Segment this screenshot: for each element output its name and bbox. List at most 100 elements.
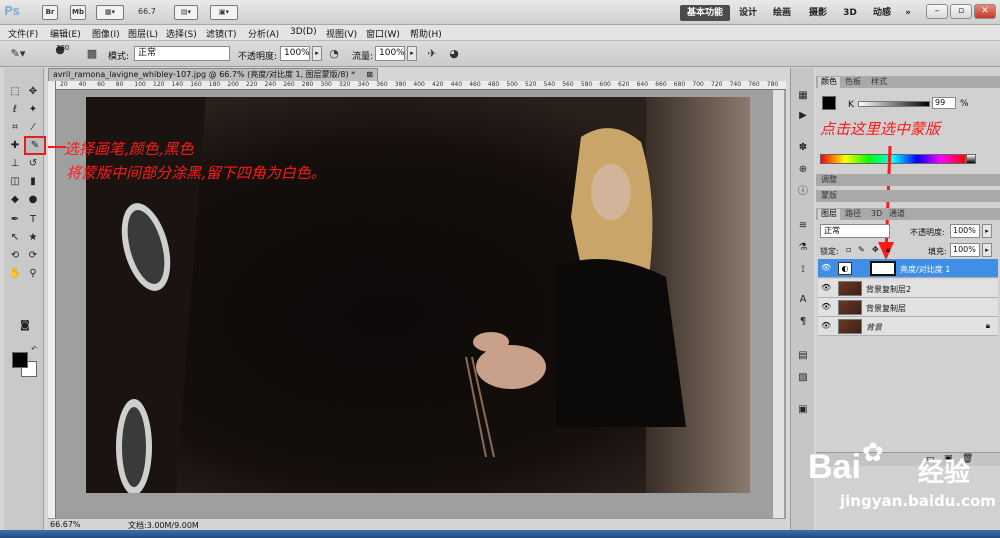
mode-select[interactable]: 正常 [134,46,230,61]
visibility-eye-icon[interactable]: 👁︎ [821,283,831,293]
brush-panel-icon[interactable]: ▩ [84,46,100,61]
workspace-design[interactable]: 设计 [734,5,762,21]
tab-channels[interactable]: 通道 [886,209,908,220]
menu-view[interactable]: 视图(V) [326,27,357,40]
bridge-button[interactable]: Br [42,5,58,20]
close-button[interactable]: ✕ [974,4,996,19]
brush-presets-panel-icon[interactable]: ≋ [795,218,811,234]
pen-tool-icon[interactable]: ✒ [6,212,24,228]
notes-panel-icon[interactable]: ▤ [795,348,811,364]
vertical-scrollbar[interactable] [772,90,784,518]
tab-adjustments[interactable]: 调整 [818,175,840,186]
opacity-input[interactable]: 100% [280,46,310,61]
lock-position-icon[interactable]: ✥ [872,245,879,254]
menu-help[interactable]: 帮助(H) [410,27,442,40]
minimize-button[interactable]: – [926,4,948,19]
menu-3d[interactable]: 3D(D) [290,27,317,37]
menu-edit[interactable]: 编辑(E) [50,27,81,40]
screen-mode-button[interactable]: ▣▾ [210,5,238,20]
brush-tool-preset-icon[interactable]: ✎▾ [10,46,26,61]
airbrush-icon[interactable]: ✈ [424,46,440,61]
workspace-painting[interactable]: 绘画 [768,5,796,21]
visibility-eye-icon[interactable]: 👁︎ [821,302,831,312]
brush-tool-icon[interactable]: ✎ [24,136,46,155]
menu-select[interactable]: 选择(S) [166,27,197,40]
layer-row[interactable]: 👁︎ 背景复制层2 [818,279,998,298]
visibility-eye-icon[interactable]: 👁︎ [821,263,831,273]
k-value-input[interactable]: 99 [932,97,956,109]
tab-color[interactable]: 颜色 [818,77,840,88]
clone-stamp-tool-icon[interactable]: ⊥ [6,156,24,172]
lock-all-icon[interactable]: 🔒︎ [886,245,890,255]
menu-image[interactable]: 图像(I) [92,27,120,40]
arrange-documents-button[interactable]: ▤▾ [174,5,198,20]
mini-bridge-panel-icon[interactable]: ▣ [795,402,811,418]
shape-tool-icon[interactable]: ★ [24,230,42,246]
lasso-tool-icon[interactable]: ℓ [6,102,24,118]
status-zoom[interactable]: 66.67% [50,520,81,529]
type-tool-icon[interactable]: T [24,212,42,228]
history-panel-icon[interactable]: ▦ [795,88,811,104]
color-fg-swatch[interactable] [822,96,836,110]
crop-tool-icon[interactable]: ⌗ [6,120,24,136]
lock-transparent-icon[interactable]: ▫ [846,245,851,254]
layer-mask-thumbnail[interactable] [870,261,896,276]
layer-opacity-arrow[interactable]: ▸ [982,224,992,238]
blend-mode-select[interactable]: 正常 [820,224,890,238]
layer-opacity-input[interactable]: 100% [950,224,980,238]
3d-orbit-tool-icon[interactable]: ⟳ [24,248,42,264]
fill-input[interactable]: 100% [950,243,980,257]
k-channel-slider[interactable] [858,101,930,107]
foreground-color-swatch[interactable] [12,352,28,368]
hand-tool-icon[interactable]: ✋ [6,266,24,282]
tablet-size-icon[interactable]: ◕ [446,46,462,61]
menu-file[interactable]: 文件(F) [8,27,38,40]
tab-paths[interactable]: 路径 [842,209,864,220]
tab-styles[interactable]: 样式 [868,77,890,88]
menu-layer[interactable]: 图层(L) [128,27,158,40]
menu-window[interactable]: 窗口(W) [366,27,400,40]
tool-presets-panel-icon[interactable]: ⚗ [795,240,811,256]
close-document-icon[interactable]: ⊠ [366,69,373,81]
character-panel-icon[interactable]: A [795,292,811,308]
path-select-tool-icon[interactable]: ↖ [6,230,24,246]
gradient-tool-icon[interactable]: ▮ [24,174,42,190]
opacity-slider-arrow[interactable]: ▸ [312,46,322,61]
grayscale-bar[interactable] [966,154,976,164]
workspace-photography[interactable]: 摄影 [804,5,832,21]
history-brush-tool-icon[interactable]: ↺ [24,156,42,172]
menu-analysis[interactable]: 分析(A) [248,27,279,40]
dodge-tool-icon[interactable]: ● [24,192,42,208]
flow-slider-arrow[interactable]: ▸ [407,46,417,61]
clone-source-panel-icon[interactable]: ⊕ [795,162,811,178]
tab-swatches[interactable]: 色板 [842,77,864,88]
zoom-level[interactable]: 66.7 [138,7,156,16]
layer-row[interactable]: 👁︎ 背景复制层 [818,298,998,317]
marquee-tool-icon[interactable]: ⬚ [6,84,24,100]
fill-arrow[interactable]: ▸ [982,243,992,257]
3d-rotate-tool-icon[interactable]: ⟲ [6,248,24,264]
actions-panel-icon[interactable]: ▶ [795,108,811,124]
layer-row[interactable]: 👁︎ ◐ 亮度/对比度 1 [818,259,998,278]
quick-select-tool-icon[interactable]: ✦ [24,102,42,118]
paths-panel-icon[interactable]: ⟟ [795,262,811,278]
flow-input[interactable]: 100% [375,46,405,61]
blur-tool-icon[interactable]: ◆ [6,192,24,208]
lock-pixels-icon[interactable]: ✎ [858,245,865,254]
layer-row[interactable]: 👁︎ 背景 🔒︎ [818,317,998,336]
view-extras-button[interactable]: ▦▾ [96,5,124,20]
menu-filter[interactable]: 滤镜(T) [206,27,237,40]
swap-colors-icon[interactable]: ↶ [28,344,40,354]
move-tool-icon[interactable]: ✥ [24,84,42,100]
navigator-panel-icon[interactable]: ▧ [795,370,811,386]
workspace-essentials[interactable]: 基本功能 [680,5,730,21]
tab-3d[interactable]: 3D [868,209,885,220]
maximize-button[interactable]: ▫ [950,4,972,19]
paragraph-panel-icon[interactable]: ¶ [795,314,811,330]
document-tab[interactable]: avril_ramona_lavigne_whibley-107.jpg @ 6… [48,68,378,81]
workspace-motion[interactable]: 动感 [868,5,896,21]
healing-brush-tool-icon[interactable]: ✚ [6,138,24,154]
workspace-3d[interactable]: 3D [838,5,862,21]
3d-panel-icon[interactable]: ✽ [795,140,811,156]
zoom-tool-icon[interactable]: ⚲ [24,266,42,282]
